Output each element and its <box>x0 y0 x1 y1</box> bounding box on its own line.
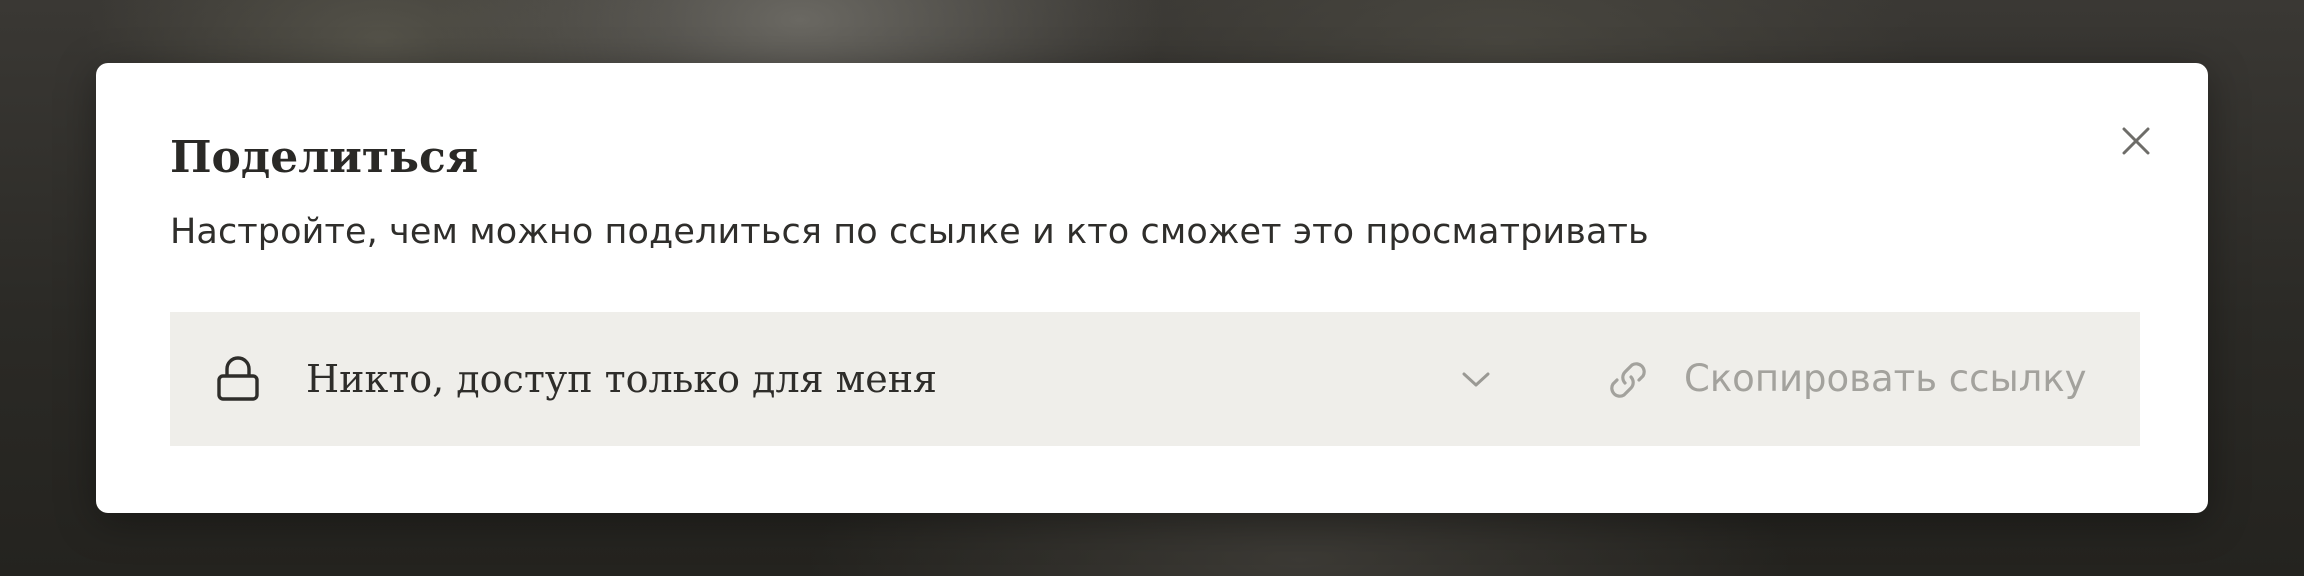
dialog-description: Настройте, чем можно поделиться по ссылк… <box>170 212 1649 252</box>
share-dialog: Поделиться Настройте, чем можно поделить… <box>96 63 2208 513</box>
access-level-label: Никто, доступ только для меня <box>306 357 937 401</box>
access-level-select[interactable]: Никто, доступ только для меня <box>170 312 1610 446</box>
close-icon <box>2122 127 2150 155</box>
chevron-down-icon <box>1462 372 1490 387</box>
dialog-title: Поделиться <box>170 132 479 183</box>
lock-icon <box>217 356 259 401</box>
link-icon <box>1610 362 1646 398</box>
copy-link-label: Скопировать ссылку <box>1684 357 2087 400</box>
share-settings-row: Никто, доступ только для меня Скопироват… <box>170 312 2140 446</box>
copy-link-button[interactable]: Скопировать ссылку <box>1588 312 2140 446</box>
close-button[interactable] <box>2114 119 2158 163</box>
